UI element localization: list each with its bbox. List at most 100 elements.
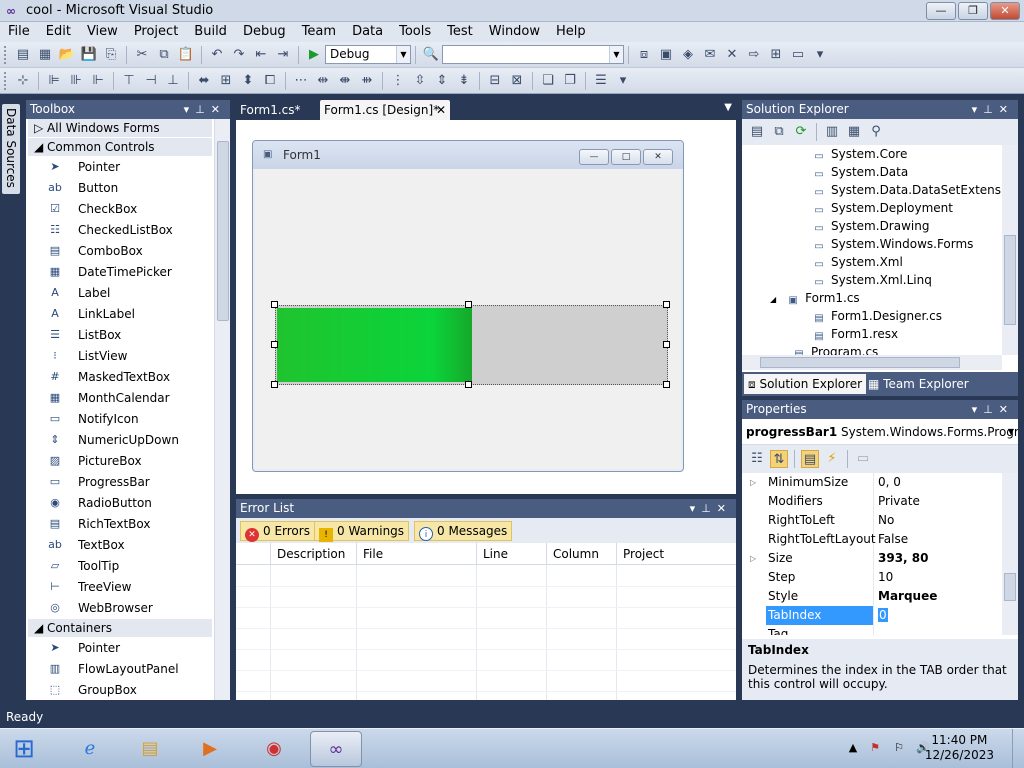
messages-filter-button[interactable]: i 0 Messages: [414, 521, 513, 541]
toolbox-scrollbar[interactable]: [214, 119, 230, 700]
property-row-minimumsize[interactable]: ▷ MinimumSize 0, 0: [742, 473, 1002, 492]
increase-horizontal-spacing-icon[interactable]: ⇹: [314, 72, 332, 90]
center-vertically-icon[interactable]: ⊠: [508, 72, 526, 90]
column-file[interactable]: File: [356, 543, 476, 565]
pin-icon[interactable]: ⊥: [195, 103, 211, 116]
align-lefts-icon[interactable]: ⊫: [45, 72, 63, 90]
tree-node-form1-resx[interactable]: ▤ Form1.resx: [812, 325, 898, 343]
resize-handle[interactable]: [663, 381, 670, 388]
category-containers[interactable]: ◢ Containers: [28, 619, 212, 637]
chevron-down-icon[interactable]: ▼: [396, 46, 410, 63]
restore-button[interactable]: ❐: [958, 2, 988, 20]
align-rights-icon[interactable]: ⊩: [89, 72, 107, 90]
scrollbar-thumb[interactable]: [1004, 573, 1016, 601]
column-column[interactable]: Column: [546, 543, 616, 565]
cut-icon[interactable]: ✂: [133, 46, 151, 64]
remove-vertical-spacing-icon[interactable]: ⇟: [455, 72, 473, 90]
property-value[interactable]: No: [876, 511, 1000, 530]
align-centers-icon[interactable]: ⊪: [67, 72, 85, 90]
solution-explorer-icon[interactable]: ⧈: [635, 46, 653, 64]
extension-manager-icon[interactable]: ⊞: [767, 46, 785, 64]
clock[interactable]: 11:40 PM 12/26/2023: [925, 733, 994, 763]
view-class-diagram-icon[interactable]: ⚲: [867, 123, 885, 141]
resize-handle[interactable]: [271, 301, 278, 308]
add-item-icon[interactable]: ▦: [36, 46, 54, 64]
property-value[interactable]: 10: [876, 568, 1000, 587]
view-code-icon[interactable]: ▥: [823, 123, 841, 141]
expand-icon[interactable]: ▷: [750, 473, 756, 492]
start-page-icon[interactable]: ⇨: [745, 46, 763, 64]
file-explorer-icon[interactable]: ▤: [124, 731, 176, 767]
properties-view-icon[interactable]: ▤: [801, 450, 819, 468]
column-line[interactable]: Line: [476, 543, 546, 565]
object-selector[interactable]: progressBar1 System.Windows.Forms.Progre…: [742, 419, 1018, 445]
property-pages-icon[interactable]: ▭: [854, 450, 872, 468]
toolbar-grip[interactable]: [4, 45, 8, 64]
menu-build[interactable]: Build: [186, 22, 235, 42]
remove-horizontal-spacing-icon[interactable]: ⇻: [358, 72, 376, 90]
align-bottoms-icon[interactable]: ⊥: [164, 72, 182, 90]
minimize-button[interactable]: —: [926, 2, 956, 20]
redo-icon[interactable]: ↷: [230, 46, 248, 64]
dropdown-icon[interactable]: ▾: [972, 103, 984, 116]
property-row-style[interactable]: Style Marquee: [742, 587, 1002, 606]
horizontal-spacing-equal-icon[interactable]: ⋯: [292, 72, 310, 90]
pin-icon[interactable]: ⊥: [983, 103, 999, 116]
tab-team-explorer[interactable]: ▦ Team Explorer: [864, 374, 973, 394]
navigate-forward-icon[interactable]: ⇥: [274, 46, 292, 64]
tree-node-form1-cs[interactable]: ◢ ▣ Form1.cs: [770, 289, 860, 307]
tree-node-system-core[interactable]: ▭ System.Core: [812, 145, 907, 163]
column-description[interactable]: Description: [270, 543, 356, 565]
size-to-grid-icon[interactable]: ⊞: [217, 72, 235, 90]
make-same-size-icon[interactable]: ⧠: [261, 72, 279, 90]
object-browser-icon[interactable]: ◈: [679, 46, 697, 64]
events-icon[interactable]: ⚡: [823, 450, 841, 468]
action-center-icon[interactable]: ⚐: [892, 741, 906, 755]
navigate-backward-icon[interactable]: ⇤: [252, 46, 270, 64]
layout-options-icon[interactable]: ▾: [614, 72, 632, 90]
find-combo[interactable]: ▼: [442, 45, 624, 64]
menu-debug[interactable]: Debug: [235, 22, 294, 42]
center-horizontally-icon[interactable]: ⊟: [486, 72, 504, 90]
property-value[interactable]: False: [876, 530, 1000, 549]
property-value[interactable]: 393, 80: [876, 549, 1000, 568]
solution-vertical-scrollbar[interactable]: [1002, 145, 1018, 355]
property-row-tabindex[interactable]: TabIndex 0: [742, 606, 1002, 625]
expand-icon[interactable]: ▷: [750, 549, 756, 568]
properties-icon[interactable]: ▤: [748, 123, 766, 141]
property-row-size[interactable]: ▷ Size 393, 80: [742, 549, 1002, 568]
make-same-width-icon[interactable]: ⬌: [195, 72, 213, 90]
save-all-icon[interactable]: ⎘: [102, 46, 120, 64]
property-value[interactable]: Private: [876, 492, 1000, 511]
tree-node-system-xml-linq[interactable]: ▭ System.Xml.Linq: [812, 271, 932, 289]
tree-node-system-drawing[interactable]: ▭ System.Drawing: [812, 217, 929, 235]
column-project[interactable]: Project: [616, 543, 736, 565]
scrollbar-thumb[interactable]: [217, 141, 229, 321]
refresh-icon[interactable]: ⟳: [792, 123, 810, 141]
property-row-righttoleftlayout[interactable]: RightToLeftLayout False: [742, 530, 1002, 549]
close-icon[interactable]: ✕: [999, 103, 1014, 116]
show-hidden-icons-icon[interactable]: ▲: [846, 741, 860, 755]
chevron-down-icon[interactable]: ▼: [609, 46, 623, 63]
start-debugging-icon[interactable]: ▶: [305, 46, 323, 64]
property-value-editor[interactable]: 0: [876, 606, 1000, 625]
tab-list-dropdown-icon[interactable]: ▼: [724, 102, 732, 113]
find-in-files-icon[interactable]: 🔍: [422, 46, 440, 64]
resize-handle[interactable]: [663, 301, 670, 308]
category-common-controls[interactable]: ◢ Common Controls: [28, 138, 212, 156]
errors-filter-button[interactable]: ✕ 0 Errors: [240, 521, 315, 542]
visual-studio-taskbar-icon[interactable]: ∞: [310, 731, 362, 767]
tree-node-form1-designer-cs[interactable]: ▤ Form1.Designer.cs: [812, 307, 942, 325]
tab-form1-design[interactable]: Form1.cs [Design]* ✕: [320, 100, 450, 120]
dropdown-icon[interactable]: ▾: [690, 502, 702, 515]
close-icon[interactable]: ✕: [999, 403, 1014, 416]
tab-form1-cs[interactable]: Form1.cs*: [236, 100, 305, 120]
decrease-vertical-spacing-icon[interactable]: ⇕: [433, 72, 451, 90]
menu-view[interactable]: View: [79, 22, 126, 42]
menu-team[interactable]: Team: [294, 22, 344, 42]
toolbar-options-icon[interactable]: ▾: [811, 46, 829, 64]
align-middles-icon[interactable]: ⊣: [142, 72, 160, 90]
close-icon[interactable]: ✕: [436, 100, 446, 120]
menu-file[interactable]: File: [0, 22, 38, 42]
tree-node-system-data[interactable]: ▭ System.Data: [812, 163, 908, 181]
